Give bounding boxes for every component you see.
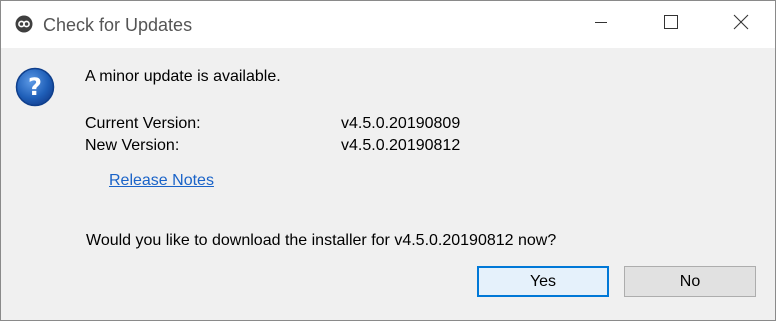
dialog-content: ? A minor update is available. Current V… (1, 48, 775, 320)
title-bar[interactable]: Check for Updates (1, 1, 775, 48)
close-button[interactable] (713, 1, 769, 48)
yes-button[interactable]: Yes (477, 266, 609, 297)
minimize-button[interactable] (573, 1, 629, 48)
maximize-button[interactable] (643, 1, 699, 48)
minimize-icon (594, 15, 608, 34)
current-version-value: v4.5.0.20190809 (341, 115, 461, 132)
app-icon (15, 15, 33, 33)
no-button[interactable]: No (624, 266, 756, 297)
new-version-value: v4.5.0.20190812 (341, 137, 461, 154)
update-headline: A minor update is available. (85, 68, 281, 85)
question-icon: ? (15, 67, 55, 107)
release-notes-link[interactable]: Release Notes (109, 172, 214, 190)
close-icon (733, 14, 749, 35)
new-version-label: New Version: (85, 137, 180, 154)
check-for-updates-window: Check for Updates ? A minor update is av… (0, 0, 776, 321)
current-version-label: Current Version: (85, 115, 201, 132)
maximize-icon (663, 14, 679, 35)
svg-text:?: ? (28, 73, 42, 101)
window-title: Check for Updates (43, 15, 193, 35)
download-question: Would you like to download the installer… (86, 232, 557, 249)
